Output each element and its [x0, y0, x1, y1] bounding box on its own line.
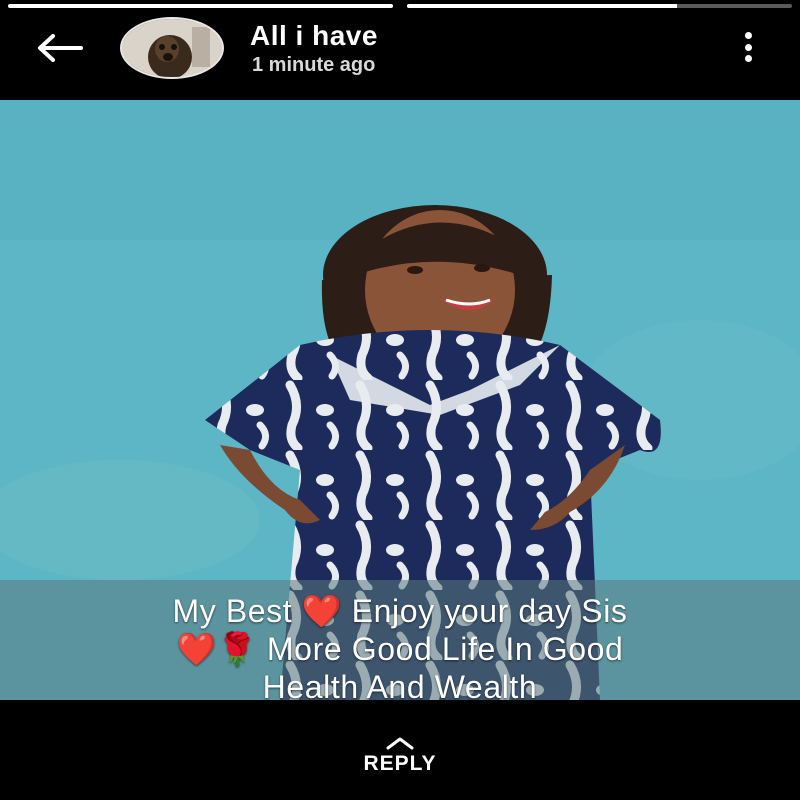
progress-segment [407, 4, 792, 8]
story-progress [8, 4, 792, 8]
more-vertical-icon [744, 32, 752, 39]
caption-line: Health And Wealth [262, 669, 538, 700]
story-header: All i have 1 minute ago [0, 10, 800, 100]
reply-label: REPLY [363, 752, 437, 775]
story-caption: My Best ❤️ Enjoy your day Sis ❤️🌹 More G… [0, 592, 800, 700]
caption-line: ❤️🌹 More Good Life In Good [176, 631, 624, 667]
avatar-image [122, 19, 222, 77]
story-timestamp: 1 minute ago [252, 54, 376, 76]
avatar[interactable] [120, 17, 224, 79]
more-options-button[interactable] [736, 32, 760, 62]
arrow-left-icon [38, 34, 83, 62]
story-photo: My Best ❤️ Enjoy your day Sis ❤️🌹 More G… [0, 100, 800, 700]
chevron-up-icon [386, 737, 414, 750]
progress-segment [8, 4, 393, 8]
reply-button[interactable]: REPLY [0, 736, 800, 776]
caption-line: My Best ❤️ Enjoy your day Sis [172, 593, 628, 629]
story-title: All i have [250, 20, 378, 51]
back-button[interactable] [34, 30, 84, 66]
story-footer: REPLY [0, 700, 800, 800]
